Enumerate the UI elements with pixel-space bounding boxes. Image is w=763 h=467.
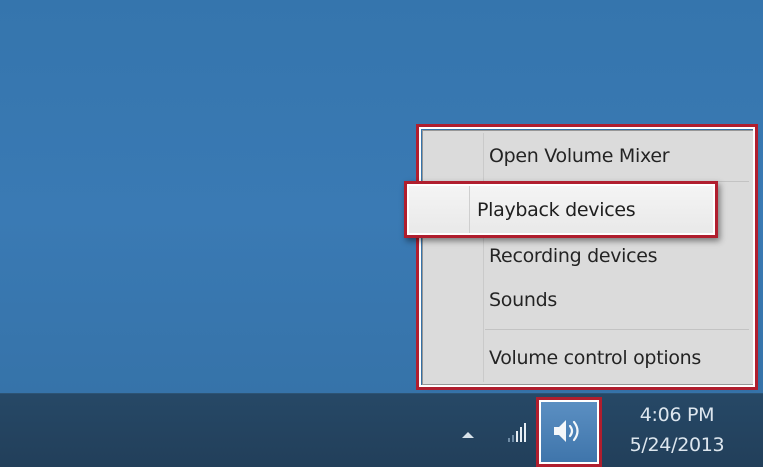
menu-separator xyxy=(485,329,749,330)
callout-label: Playback devices xyxy=(477,198,636,221)
signal-bars-icon[interactable] xyxy=(506,420,530,444)
menu-item-recording-devices[interactable]: Recording devices xyxy=(483,237,749,275)
callout-gutter-divider xyxy=(469,186,470,233)
clock-date: 5/24/2013 xyxy=(629,434,725,456)
menu-item-label: Open Volume Mixer xyxy=(489,145,670,167)
speaker-icon xyxy=(554,420,579,442)
menu-item-label: Sounds xyxy=(489,289,557,311)
volume-tray-button[interactable] xyxy=(536,397,602,467)
volume-context-menu: Open Volume Mixer Playback devices Recor… xyxy=(422,130,754,385)
menu-item-label: Volume control options xyxy=(489,347,701,369)
clock-time: 4:06 PM xyxy=(639,404,715,426)
menu-item-volume-control-options[interactable]: Volume control options xyxy=(483,339,749,377)
menu-item-sounds[interactable]: Sounds xyxy=(483,281,749,319)
menu-item-open-volume-mixer[interactable]: Open Volume Mixer xyxy=(483,137,749,175)
playback-devices-callout[interactable]: Playback devices xyxy=(404,181,718,238)
chevron-up-icon[interactable] xyxy=(462,432,474,438)
menu-item-label: Recording devices xyxy=(489,245,658,267)
screen: Open Volume Mixer Playback devices Recor… xyxy=(0,0,763,467)
taskbar-clock[interactable]: 4:06 PM 5/24/2013 xyxy=(612,400,742,460)
